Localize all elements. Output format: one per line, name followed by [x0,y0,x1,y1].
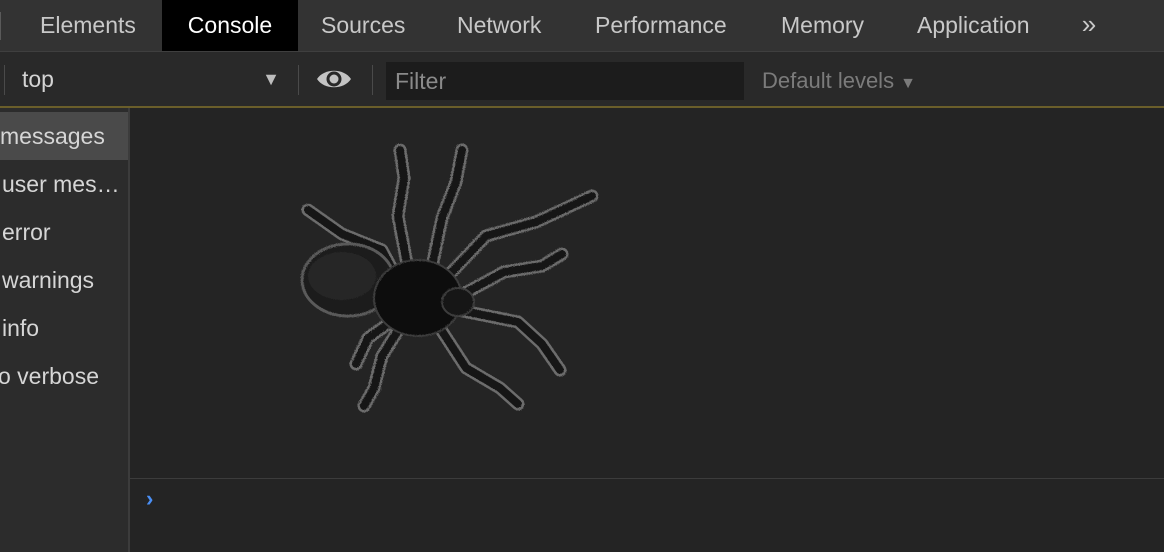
tab-network[interactable]: Network [434,0,564,51]
sidebar-item-errors[interactable]: error [0,208,128,256]
console-prompt-chevron-icon[interactable]: › [146,486,153,512]
sidebar-item-label: o verbose [0,363,100,389]
devtools-window: Elements Console Sources Network Perform… [0,0,1164,552]
sidebar-item-label: error [2,219,51,245]
sidebar-item-label: messages [0,123,105,149]
tab-elements[interactable]: Elements [16,0,160,51]
sidebar-item-label: user mes… [2,171,120,197]
log-levels-label: Default levels [762,68,895,93]
tab-bar-divider [0,12,1,40]
more-tabs-chevron-icon[interactable]: » [1072,0,1106,51]
console-output-area[interactable]: › [130,108,1164,552]
dropdown-arrow-icon: ▼ [900,75,916,92]
prompt-divider [130,478,1164,479]
execution-context-select[interactable]: top ▼ [8,60,292,98]
tab-console[interactable]: Console [162,0,298,51]
toolbar-divider [298,65,299,95]
tab-performance[interactable]: Performance [572,0,750,51]
tarantula-image [290,138,610,418]
sidebar-item-label: info [2,315,40,341]
tab-sources[interactable]: Sources [298,0,428,51]
sidebar-item-info[interactable]: info [0,304,128,352]
panel-tab-bar: Elements Console Sources Network Perform… [0,0,1164,52]
sidebar-item-label: warnings [2,267,95,293]
filter-input[interactable] [386,62,744,100]
toolbar-divider [372,65,373,95]
console-toolbar: top ▼ Default levels ▼ [0,52,1164,106]
sidebar-item-warnings[interactable]: warnings [0,256,128,304]
live-expression-eye-icon[interactable] [314,64,354,94]
sidebar-item-user-messages[interactable]: user mes… [0,160,128,208]
tab-memory[interactable]: Memory [758,0,887,51]
sidebar-item-messages[interactable]: messages [0,112,128,160]
execution-context-value: top [22,66,54,92]
console-sidebar: messages user mes… error warnings info o… [0,108,130,552]
sidebar-item-verbose[interactable]: o verbose [0,352,128,400]
tab-application[interactable]: Application [894,0,1053,51]
dropdown-arrow-icon: ▼ [262,69,280,89]
toolbar-divider [4,65,5,95]
log-levels-dropdown[interactable]: Default levels ▼ [762,62,916,103]
